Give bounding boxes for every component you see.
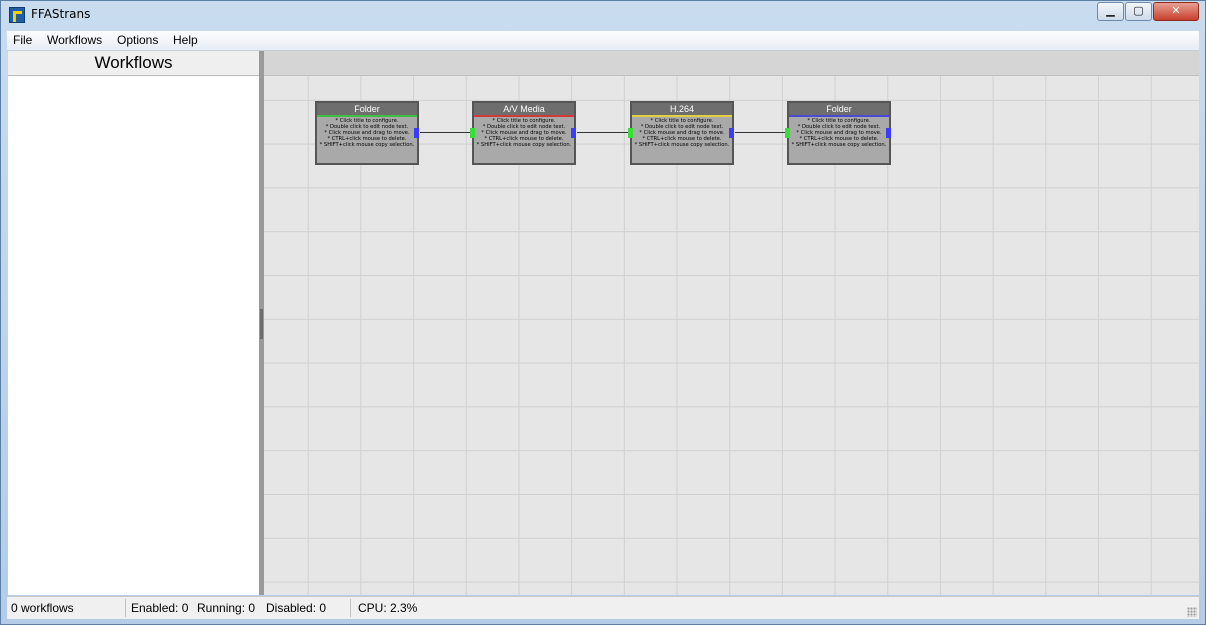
status-running: Running: 0 xyxy=(197,601,256,615)
connection-line xyxy=(577,132,632,133)
workflow-canvas[interactable]: Folder * Click title to configure. * Dou… xyxy=(264,51,1199,595)
node-help-text: * Click title to configure. * Double cli… xyxy=(476,118,572,148)
window-title: FFAStrans xyxy=(31,7,91,21)
status-bar: 0 workflows Enabled: 0 Running: 0 Disabl… xyxy=(7,596,1199,619)
output-port[interactable] xyxy=(729,128,734,138)
menu-bar: File Workflows Options Help xyxy=(7,31,1199,51)
node-title[interactable]: Folder xyxy=(789,103,889,115)
node-help-text: * Click title to configure. * Double cli… xyxy=(791,118,887,148)
node-title[interactable]: Folder xyxy=(317,103,417,115)
status-cpu: CPU: 2.3% xyxy=(358,601,418,615)
node-accent-bar xyxy=(632,115,732,117)
app-logo-icon xyxy=(9,7,25,23)
status-divider xyxy=(350,599,351,617)
menu-file[interactable]: File xyxy=(13,33,32,47)
status-enabled: Enabled: 0 xyxy=(131,601,189,615)
output-port[interactable] xyxy=(571,128,576,138)
menu-options[interactable]: Options xyxy=(117,33,158,47)
splitter-grip-icon xyxy=(260,309,263,339)
node-accent-bar xyxy=(789,115,889,117)
canvas-toolbar xyxy=(264,51,1199,76)
minimize-button[interactable]: ▁ xyxy=(1097,2,1124,21)
title-bar[interactable]: FFAStrans ▁ ▢ ✕ xyxy=(1,1,1205,29)
node-folder-source[interactable]: Folder * Click title to configure. * Dou… xyxy=(315,101,419,165)
node-accent-bar xyxy=(474,115,574,117)
menu-help[interactable]: Help xyxy=(173,33,198,47)
input-port[interactable] xyxy=(628,128,633,138)
app-window: FFAStrans ▁ ▢ ✕ File Workflows Options H… xyxy=(0,0,1206,625)
menu-workflows[interactable]: Workflows xyxy=(47,33,102,47)
resize-grip-icon[interactable] xyxy=(1187,607,1197,617)
input-port[interactable] xyxy=(785,128,790,138)
connection-line xyxy=(420,132,475,133)
input-port[interactable] xyxy=(470,128,475,138)
output-port[interactable] xyxy=(414,128,419,138)
node-help-text: * Click title to configure. * Double cli… xyxy=(634,118,730,148)
status-disabled: Disabled: 0 xyxy=(266,601,327,615)
status-workflow-count: 0 workflows xyxy=(11,601,74,615)
status-divider xyxy=(125,599,126,617)
workflows-panel[interactable]: Workflows xyxy=(8,51,260,595)
connection-line xyxy=(735,132,790,133)
output-port[interactable] xyxy=(886,128,891,138)
node-help-text: * Click title to configure. * Double cli… xyxy=(319,118,415,148)
node-title[interactable]: A/V Media xyxy=(474,103,574,115)
node-title[interactable]: H.264 xyxy=(632,103,732,115)
maximize-button[interactable]: ▢ xyxy=(1125,2,1152,21)
workflows-panel-header: Workflows xyxy=(8,51,259,76)
node-folder-output[interactable]: Folder * Click title to configure. * Dou… xyxy=(785,101,891,165)
node-accent-bar xyxy=(317,115,417,117)
node-av-media[interactable]: A/V Media * Click title to configure. * … xyxy=(470,101,576,165)
node-h264[interactable]: H.264 * Click title to configure. * Doub… xyxy=(628,101,734,165)
close-button[interactable]: ✕ xyxy=(1153,2,1199,21)
